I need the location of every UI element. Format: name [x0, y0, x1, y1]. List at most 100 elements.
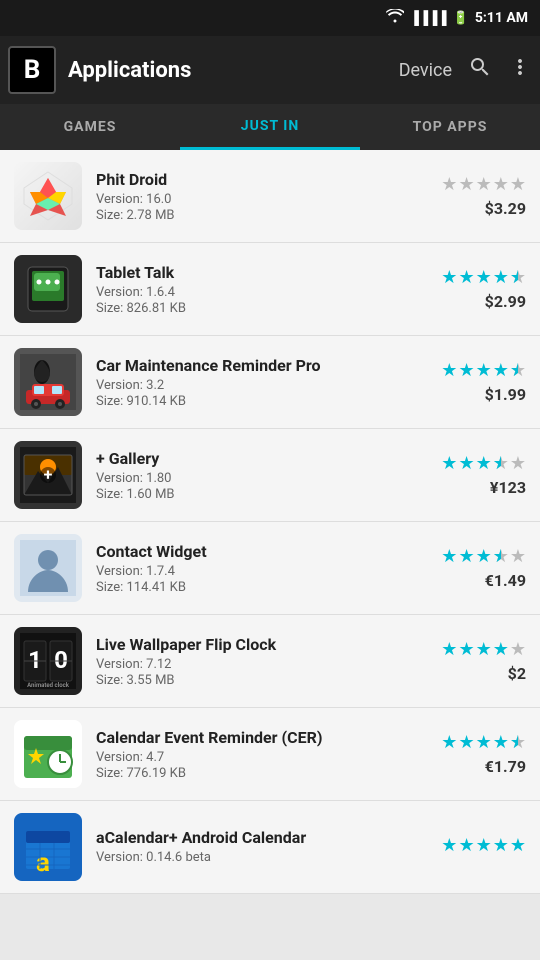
app-name: Tablet Talk [96, 263, 416, 282]
app-size: Size: 776.19 KB [96, 766, 416, 781]
app-name: Contact Widget [96, 542, 416, 561]
app-size: Size: 910.14 KB [96, 394, 416, 409]
svg-text:1: 1 [28, 646, 42, 674]
status-time: 5:11 AM [475, 10, 528, 26]
battery-icon: 🔋 [453, 11, 469, 26]
app-icon-clock: 1 0 Animated clock [14, 627, 82, 695]
app-size: Size: 114.41 KB [96, 580, 416, 595]
svg-text:Animated clock: Animated clock [27, 682, 70, 689]
app-size: Size: 3.55 MB [96, 673, 416, 688]
stars: ★★★ ★ ★ ★ [441, 546, 526, 567]
more-icon[interactable] [508, 55, 532, 85]
tabs: GAMES JUST IN TOP APPS [0, 104, 540, 150]
app-icon [14, 720, 82, 788]
app-size: Size: 2.78 MB [96, 208, 416, 223]
app-info: Tablet Talk Version: 1.6.4 Size: 826.81 … [96, 263, 416, 316]
app-price: $2 [508, 664, 526, 683]
app-version: Version: 7.12 [96, 657, 416, 672]
app-icon: + [14, 441, 82, 509]
app-version: Version: 16.0 [96, 192, 416, 207]
list-item[interactable]: a aCalendar+ Android Calendar Version: 0… [0, 801, 540, 894]
top-bar: B Applications Device [0, 36, 540, 104]
app-rating: ★★★ ★ ★ ★ ¥123 [416, 453, 526, 497]
app-icon [14, 348, 82, 416]
app-icon-car [14, 348, 82, 416]
app-rating: ★★★★★ $2 [416, 639, 526, 683]
app-price: ¥123 [490, 478, 526, 497]
app-price: €1.79 [485, 757, 526, 776]
app-logo: B [8, 46, 56, 94]
search-icon[interactable] [468, 55, 492, 85]
app-icon [14, 534, 82, 602]
app-info: Contact Widget Version: 1.7.4 Size: 114.… [96, 542, 416, 595]
header-icons [468, 55, 532, 85]
app-version: Version: 4.7 [96, 750, 416, 765]
app-size: Size: 1.60 MB [96, 487, 416, 502]
list-item[interactable]: 1 0 Animated clock Live Wallpaper Flip C… [0, 615, 540, 708]
app-icon-calendar [14, 720, 82, 788]
list-item[interactable]: Tablet Talk Version: 1.6.4 Size: 826.81 … [0, 243, 540, 336]
wifi-icon [386, 9, 404, 27]
tab-games[interactable]: GAMES [0, 104, 180, 150]
app-version: Version: 0.14.6 beta [96, 850, 416, 865]
app-info: Car Maintenance Reminder Pro Version: 3.… [96, 356, 416, 409]
app-price: $3.29 [485, 199, 526, 218]
app-info: aCalendar+ Android Calendar Version: 0.1… [96, 828, 416, 866]
list-item[interactable]: Contact Widget Version: 1.7.4 Size: 114.… [0, 522, 540, 615]
stars: ★★★★ ★ ★ [441, 360, 526, 381]
app-price: $2.99 [485, 292, 526, 311]
app-icon-phit [14, 162, 82, 230]
status-bar: ▐▐▐▐ 🔋 5:11 AM [0, 0, 540, 36]
app-icon-contact [14, 534, 82, 602]
app-rating: ★★★★ ★ ★ $1.99 [416, 360, 526, 404]
app-icon: a [14, 813, 82, 881]
stars: ★★★ ★ ★ ★ [441, 453, 526, 474]
signal-icon: ▐▐▐▐ [410, 10, 447, 26]
app-name: Phit Droid [96, 170, 416, 189]
app-icon-tablet [14, 255, 82, 323]
svg-text:0: 0 [54, 646, 68, 674]
app-info: Phit Droid Version: 16.0 Size: 2.78 MB [96, 170, 416, 223]
app-rating: ★★★ ★ ★ ★ €1.49 [416, 546, 526, 590]
stars: ★★★★ ★ ★ [441, 267, 526, 288]
list-item[interactable]: Phit Droid Version: 16.0 Size: 2.78 MB ★… [0, 150, 540, 243]
app-version: Version: 3.2 [96, 378, 416, 393]
tab-top-apps[interactable]: TOP APPS [360, 104, 540, 150]
list-item[interactable]: Car Maintenance Reminder Pro Version: 3.… [0, 336, 540, 429]
app-icon: 1 0 Animated clock [14, 627, 82, 695]
stars: ★★★★★ [441, 174, 526, 195]
app-rating: ★★★★ ★ ★ $2.99 [416, 267, 526, 311]
app-name: + Gallery [96, 449, 416, 468]
app-version: Version: 1.80 [96, 471, 416, 486]
app-icon [14, 255, 82, 323]
app-name: aCalendar+ Android Calendar [96, 828, 416, 847]
app-name: Calendar Event Reminder (CER) [96, 728, 416, 747]
list-item[interactable]: Calendar Event Reminder (CER) Version: 4… [0, 708, 540, 801]
app-info: Live Wallpaper Flip Clock Version: 7.12 … [96, 635, 416, 688]
app-rating: ★★★★ ★ ★ €1.79 [416, 732, 526, 776]
tab-just-in[interactable]: JUST IN [180, 104, 360, 150]
app-version: Version: 1.7.4 [96, 564, 416, 579]
stars: ★★★★★ [441, 835, 526, 856]
app-price: $1.99 [485, 385, 526, 404]
status-icons: ▐▐▐▐ 🔋 5:11 AM [386, 9, 528, 27]
app-version: Version: 1.6.4 [96, 285, 416, 300]
header-title: Applications [68, 58, 383, 83]
app-icon-acalendar: a [14, 813, 82, 881]
app-rating: ★★★★★ [416, 835, 526, 860]
device-button[interactable]: Device [383, 60, 468, 81]
app-info: Calendar Event Reminder (CER) Version: 4… [96, 728, 416, 781]
app-list: Phit Droid Version: 16.0 Size: 2.78 MB ★… [0, 150, 540, 894]
list-item[interactable]: + + Gallery Version: 1.80 Size: 1.60 MB … [0, 429, 540, 522]
app-price: €1.49 [485, 571, 526, 590]
stars: ★★★★ ★ ★ [441, 732, 526, 753]
stars: ★★★★★ [441, 639, 526, 660]
svg-text:+: + [44, 465, 53, 484]
app-name: Car Maintenance Reminder Pro [96, 356, 416, 375]
app-icon-gallery: + [14, 441, 82, 509]
svg-text:a: a [36, 848, 50, 875]
app-icon [14, 162, 82, 230]
app-rating: ★★★★★ $3.29 [416, 174, 526, 218]
app-info: + Gallery Version: 1.80 Size: 1.60 MB [96, 449, 416, 502]
app-size: Size: 826.81 KB [96, 301, 416, 316]
